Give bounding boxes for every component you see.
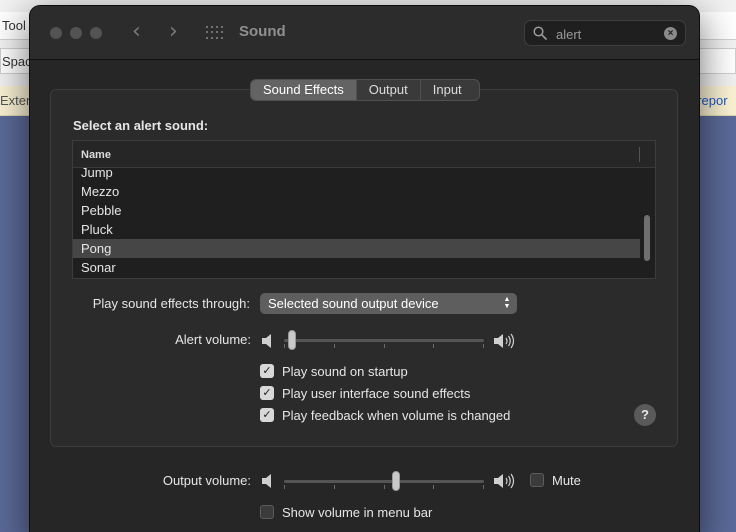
- ui-sounds-checkbox[interactable]: ✓: [260, 386, 274, 400]
- search-field[interactable]: alert ×: [524, 20, 686, 46]
- slider-tick: [384, 344, 385, 348]
- search-input[interactable]: alert: [556, 27, 581, 42]
- speaker-loud-icon: [494, 333, 515, 349]
- mute-checkbox[interactable]: [530, 473, 544, 487]
- volume-feedback-label[interactable]: Play feedback when volume is changed: [282, 408, 510, 423]
- output-volume-slider[interactable]: [284, 471, 484, 491]
- background-address-text: Spac: [2, 54, 32, 69]
- minimize-window-button[interactable]: [70, 27, 82, 39]
- slider-tick: [433, 344, 434, 348]
- alert-sound-heading: Select an alert sound:: [73, 118, 209, 133]
- volume-feedback-checkbox[interactable]: ✓: [260, 408, 274, 422]
- sound-preferences-window: ‹ › Sound alert × Sound Effects Output I…: [30, 6, 699, 532]
- slider-tick: [284, 485, 285, 489]
- output-volume-label: Output volume:: [162, 473, 251, 488]
- slider-track: [284, 339, 484, 342]
- list-item-selected[interactable]: Pong: [73, 239, 640, 258]
- list-item[interactable]: Pluck: [73, 220, 640, 239]
- window-title: Sound: [239, 23, 286, 40]
- slider-tick: [433, 485, 434, 489]
- tab-sound-effects[interactable]: Sound Effects: [251, 80, 357, 100]
- startup-sound-option[interactable]: ✓ Play sound on startup: [260, 363, 408, 379]
- ui-sounds-option[interactable]: ✓ Play user interface sound effects: [260, 385, 470, 401]
- mute-option[interactable]: Mute: [530, 472, 581, 488]
- output-volume-knob[interactable]: [392, 471, 400, 491]
- list-item[interactable]: Mezzo: [73, 182, 640, 201]
- slider-tick: [483, 485, 484, 489]
- scrollbar-thumb[interactable]: [644, 215, 650, 261]
- clear-search-icon[interactable]: ×: [664, 27, 677, 40]
- slider-track: [284, 480, 484, 483]
- show-all-grid-icon[interactable]: [206, 26, 223, 40]
- back-button[interactable]: ‹: [132, 20, 141, 44]
- play-through-label: Play sound effects through:: [92, 296, 250, 311]
- name-column-header[interactable]: Name: [81, 149, 111, 161]
- close-window-button[interactable]: [50, 27, 62, 39]
- search-icon: [533, 26, 547, 40]
- slider-tick: [334, 485, 335, 489]
- list-item[interactable]: Pebble: [73, 201, 640, 220]
- tab-output[interactable]: Output: [357, 80, 421, 100]
- speaker-loud-icon: [494, 473, 515, 489]
- menu-bar-volume-checkbox[interactable]: [260, 505, 274, 519]
- tab-input[interactable]: Input: [421, 80, 474, 100]
- tab-bar: Sound Effects Output Input: [250, 79, 480, 101]
- alert-volume-knob[interactable]: [288, 330, 296, 350]
- speaker-low-icon: [262, 474, 271, 488]
- menu-bar-volume-label[interactable]: Show volume in menu bar: [282, 505, 432, 520]
- menu-bar-volume-option[interactable]: Show volume in menu bar: [260, 504, 432, 520]
- startup-sound-label[interactable]: Play sound on startup: [282, 364, 408, 379]
- output-device-popup[interactable]: Selected sound output device ▲ ▼: [260, 293, 517, 314]
- chevron-updown-icon: ▲ ▼: [503, 296, 511, 310]
- volume-feedback-option[interactable]: ✓ Play feedback when volume is changed: [260, 407, 510, 423]
- alert-volume-label: Alert volume:: [175, 332, 251, 347]
- forward-button[interactable]: ›: [169, 20, 178, 44]
- alert-sound-list[interactable]: Jump Mezzo Pebble Pluck Pong Sonar Name: [72, 140, 656, 279]
- zoom-window-button[interactable]: [90, 27, 102, 39]
- background-toolbar-text: Tool: [2, 18, 26, 33]
- list-item[interactable]: Sonar: [73, 258, 640, 277]
- slider-tick: [483, 344, 484, 348]
- slider-tick: [334, 344, 335, 348]
- alert-volume-slider[interactable]: [284, 330, 484, 350]
- list-header[interactable]: Name: [73, 141, 655, 168]
- slider-tick: [284, 344, 285, 348]
- slider-tick: [384, 485, 385, 489]
- sound-rows: Jump Mezzo Pebble Pluck Pong Sonar: [73, 163, 655, 277]
- mute-label[interactable]: Mute: [552, 473, 581, 488]
- ui-sounds-label[interactable]: Play user interface sound effects: [282, 386, 470, 401]
- startup-sound-checkbox[interactable]: ✓: [260, 364, 274, 378]
- speaker-low-icon: [262, 334, 271, 348]
- list-scrollbar[interactable]: [639, 168, 655, 278]
- column-divider: [639, 147, 640, 162]
- title-bar: ‹ › Sound alert ×: [30, 6, 699, 60]
- output-device-value: Selected sound output device: [268, 296, 439, 311]
- help-button[interactable]: ?: [634, 404, 656, 426]
